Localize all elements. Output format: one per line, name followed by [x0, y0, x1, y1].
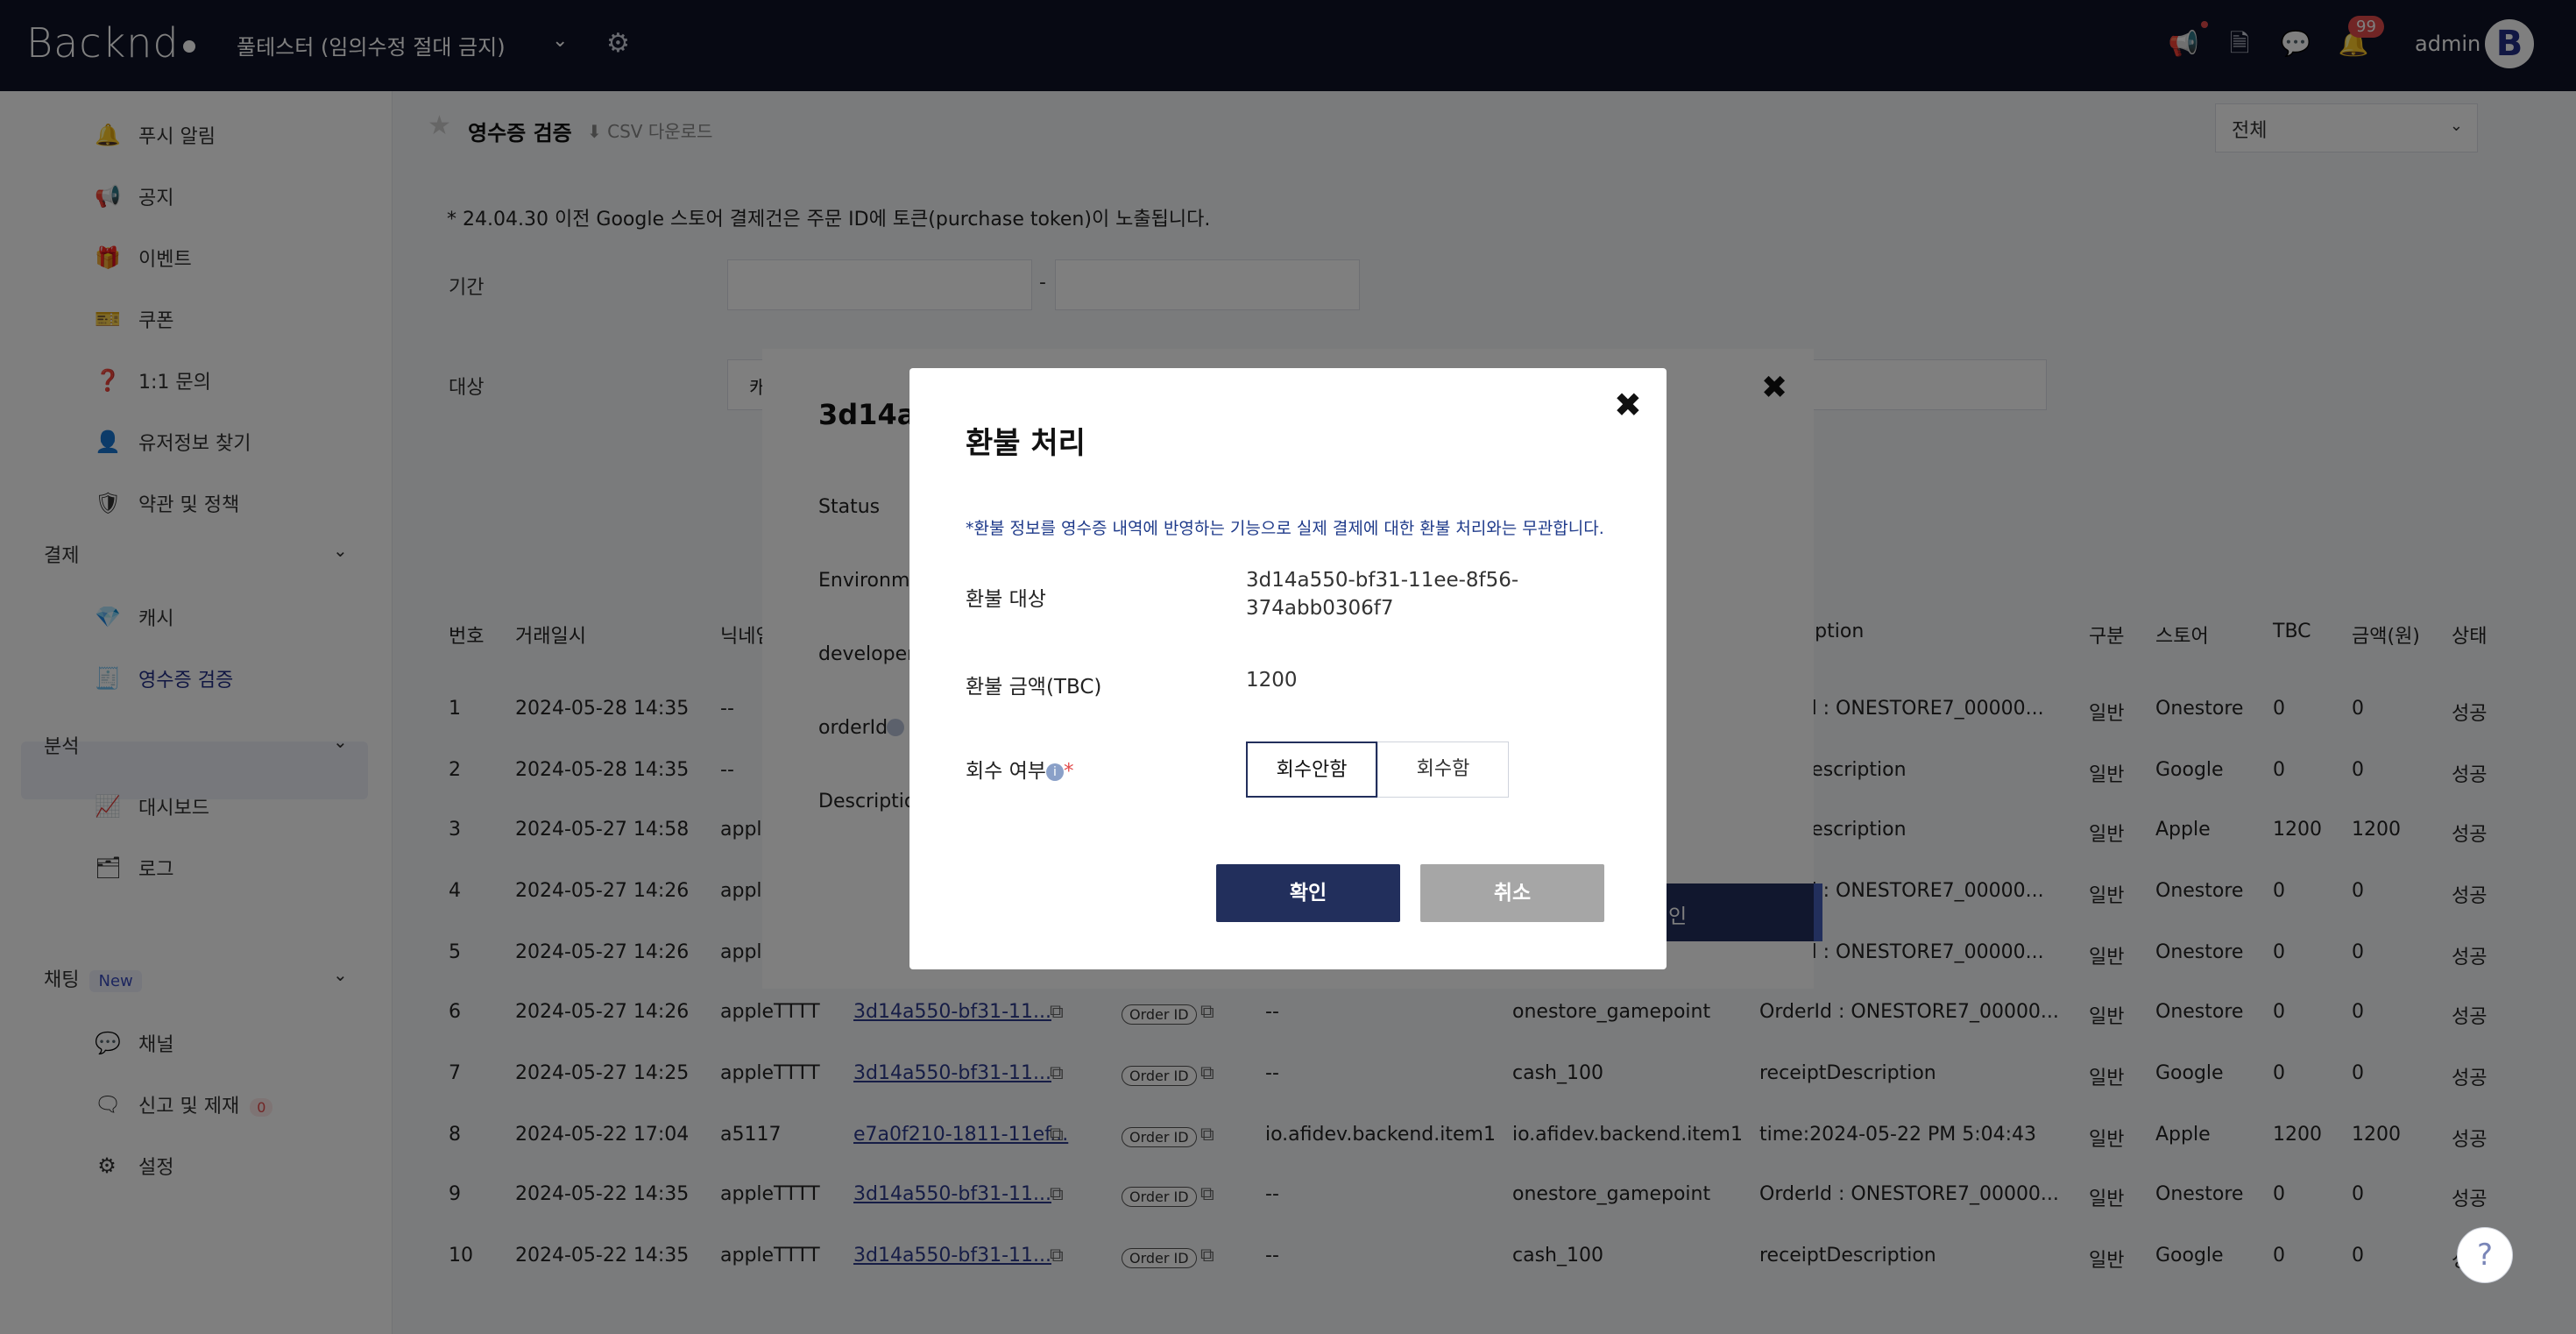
cancel-button[interactable]: 취소 [1420, 864, 1604, 922]
recover-label-text: 회수 여부 [966, 760, 1046, 783]
recover-toggle: 회수안함 회수함 [1246, 742, 1509, 798]
refund-target-value: 3d14a550-bf31-11ee-8f56- 374abb0306f7 [1246, 566, 1518, 622]
help-button[interactable]: ? [2457, 1227, 2513, 1283]
refund-title: 환불 처리 [966, 426, 1086, 461]
refund-target-line1: 3d14a550-bf31-11ee-8f56- [1246, 569, 1519, 592]
no-recover-option[interactable]: 회수안함 [1246, 742, 1377, 798]
confirm-button[interactable]: 확인 [1216, 864, 1400, 922]
refund-amount-label: 환불 금액(TBC) [966, 676, 1102, 699]
close-icon[interactable]: ✖ [1614, 386, 1642, 424]
refund-note: *환불 정보를 영수증 내역에 반영하는 기능으로 실제 결제에 대한 환불 처… [966, 519, 1604, 538]
refund-amount-value: 1200 [1246, 669, 1298, 692]
required-mark: * [1063, 760, 1074, 783]
refund-modal: ✖ 환불 처리 *환불 정보를 영수증 내역에 반영하는 기능으로 실제 결제에… [909, 368, 1667, 969]
refund-target-label: 환불 대상 [966, 588, 1046, 611]
recover-option[interactable]: 회수함 [1377, 742, 1509, 798]
info-icon[interactable]: i [1045, 763, 1064, 781]
recover-label: 회수 여부 i * [966, 754, 1073, 784]
refund-target-line2: 374abb0306f7 [1246, 597, 1394, 620]
